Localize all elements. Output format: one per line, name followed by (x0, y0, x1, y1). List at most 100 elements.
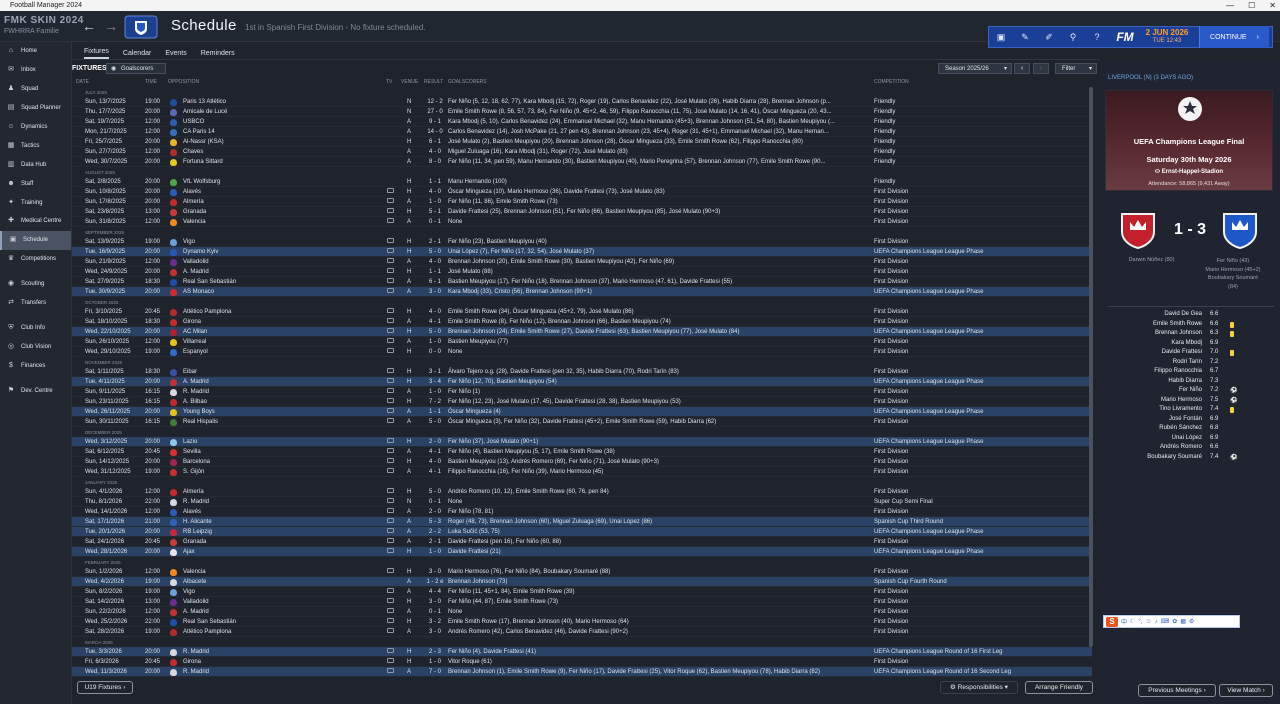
fixture-result[interactable]: 5 - 1 (422, 207, 448, 217)
opponent-name[interactable]: Lazio (183, 437, 383, 447)
opponent-name[interactable]: R. Madrid (183, 497, 383, 507)
fixture-result[interactable]: 8 - 0 (422, 157, 448, 167)
opponent-name[interactable]: Girona (183, 657, 383, 667)
own-club-crest-icon[interactable] (1220, 208, 1260, 250)
player-rating-row[interactable]: José Fontán 6.9 (1108, 416, 1274, 426)
previous-meetings-button[interactable]: Previous Meetings › (1138, 684, 1216, 697)
fixture-competition[interactable]: UEFA Champions League League Phase (874, 407, 1088, 417)
player-rating-row[interactable]: Emile Smith Rowe 6.6 (1108, 321, 1274, 331)
fixture-row[interactable]: Wed, 29/10/2025 19:00 Espanyol H 0 - 0 None Fi… (72, 347, 1092, 357)
fixture-row[interactable]: Sun, 17/8/2025 20:00 Almería A 1 - 0 Fer Niño… (72, 197, 1092, 207)
fixture-row[interactable]: Fri, 25/7/2025 20:00 Al-Nassr (KSA) H 6 - 1J… (72, 137, 1092, 147)
sidebar-item-training[interactable]: ✦ Training (0, 193, 71, 212)
sidebar-item-dynamics[interactable]: ☺ Dynamics (0, 118, 71, 137)
close-button[interactable]: ✕ (1269, 0, 1276, 11)
player-rating-row[interactable]: David De Gea 6.6 (1108, 311, 1274, 321)
opponent-name[interactable]: Fortuna Sittard (183, 157, 383, 167)
fixture-competition[interactable]: UEFA Champions League League Phase (874, 547, 1088, 557)
fixture-result[interactable]: 1 - 0 (422, 387, 448, 397)
fixture-row[interactable]: Sun, 10/8/2025 20:00 Alavés H 4 - 0 Óscar Min… (72, 187, 1092, 197)
fixture-result[interactable]: 1 - 0 (422, 657, 448, 667)
fixture-competition[interactable]: UEFA Champions League League Phase (874, 377, 1088, 387)
fixture-row[interactable]: Sat, 1/11/2025 18:30 Eibar H 3 - 1 Álvaro Tej… (72, 367, 1092, 377)
col-time[interactable]: TIME (145, 79, 157, 85)
fixture-row[interactable]: Sun, 30/11/2025 16:15 Real Hispalis A 5 - 0Ó… (72, 417, 1092, 427)
fixture-row[interactable]: Sun, 4/1/2026 12:00 Almería H 5 - 0 Andrés Ro… (72, 487, 1092, 497)
fixture-row[interactable]: Fri, 6/3/2026 20:45 Girona H 1 - 0 Vitor Roqu… (72, 657, 1092, 667)
fixture-row[interactable]: Sun, 27/7/2025 12:00 Chaves A 4 - 0 Miguel Zu… (72, 147, 1092, 157)
opponent-name[interactable]: R. Madrid (183, 387, 383, 397)
fixture-row[interactable]: Sun, 31/8/2025 12:00 Valencia A 0 - 1 None Fir… (72, 217, 1092, 227)
opponent-name[interactable]: USBCO (183, 117, 383, 127)
player-rating-row[interactable]: Tino Livramento 7.4 (1108, 406, 1274, 416)
opponent-name[interactable]: Almería (183, 487, 383, 497)
fixture-result[interactable]: 27 - 0 (422, 107, 448, 117)
fixture-result[interactable]: 4 - 0 (422, 187, 448, 197)
player-rating-row[interactable]: Davide Frattesi 7.0 (1108, 349, 1274, 359)
fixture-result[interactable]: 1 - 0 (422, 547, 448, 557)
fixture-row[interactable]: Wed, 24/9/2025 20:00 A. Madrid H 1 - 1 José M… (72, 267, 1092, 277)
fixture-row[interactable]: Sun, 13/7/2025 19:00 Paris 13 Atlético N 12 … (72, 97, 1092, 107)
responsibilities-button[interactable]: ⚙ Responsibilities ▾ (940, 681, 1018, 694)
season-dropdown[interactable]: Season 2025/26 ▾ (938, 63, 1012, 74)
fixture-result[interactable]: 1 - 0 (422, 197, 448, 207)
sidebar-item-home[interactable]: ⌂ Home (0, 42, 71, 61)
opponent-name[interactable]: A. Madrid (183, 607, 383, 617)
fixture-competition[interactable]: First Division (874, 607, 1088, 617)
sidebar-item-squad[interactable]: ♟ Squad (0, 80, 71, 99)
fixture-result[interactable]: 3 - 4 (422, 377, 448, 387)
fixture-row[interactable]: Sun, 22/2/2026 12:00 A. Madrid A 0 - 1 None Fi… (72, 607, 1092, 617)
ime-mic-icon[interactable]: ♪ (1155, 619, 1158, 625)
opponent-name[interactable]: Real San Sebastián (183, 617, 383, 627)
game-date[interactable]: 2 JUN 2026 TUE 12:43 (1141, 28, 1193, 46)
sidebar-item-dev-centre[interactable]: ⚑ Dev. Centre (0, 381, 71, 400)
fixture-result[interactable]: 4 - 0 (422, 457, 448, 467)
tab-calendar[interactable]: Calendar (123, 50, 151, 59)
fixture-competition[interactable]: First Division (874, 337, 1088, 347)
opponent-name[interactable]: Al-Nassr (KSA) (183, 137, 383, 147)
fixture-competition[interactable]: First Division (874, 347, 1088, 357)
fixture-result[interactable]: 0 - 1 (422, 217, 448, 227)
fixture-competition[interactable]: First Division (874, 537, 1088, 547)
fixture-result[interactable]: 2 - 3 (422, 647, 448, 657)
player-rating-row[interactable]: Boubakary Soumaré 7.4 ⚽ (1108, 454, 1274, 464)
tab-fixtures[interactable]: Fixtures (84, 48, 109, 59)
fixture-result[interactable]: 4 - 0 (422, 147, 448, 157)
fixture-row[interactable]: Sun, 14/12/2025 20:00 Barcelona H 4 - 0 Basti… (72, 457, 1092, 467)
fixture-competition[interactable]: First Division (874, 417, 1088, 427)
opponent-name[interactable]: Eibar (183, 367, 383, 377)
sidebar-item-squad-planner[interactable]: ▤ Squad Planner (0, 99, 71, 118)
opponent-name[interactable]: H. Alicante (183, 517, 383, 527)
fixture-row[interactable]: Sun, 23/11/2025 16:15 A. Bilbao H 7 - 2 Fer N… (72, 397, 1092, 407)
ime-lang-icon[interactable]: 中 (1121, 617, 1127, 626)
fixture-competition[interactable]: First Division (874, 507, 1088, 517)
fixture-competition[interactable]: UEFA Champions League Round of 16 Second… (874, 667, 1088, 677)
fixture-result[interactable]: 2 - 2 (422, 527, 448, 537)
fixture-competition[interactable]: First Division (874, 567, 1088, 577)
fixture-row[interactable]: Sun, 8/2/2026 19:00 Vigo A 4 - 4 Fer Niño (11… (72, 587, 1092, 597)
ime-emoji-icon[interactable]: ☺ (1145, 619, 1151, 625)
fixture-result[interactable]: 9 - 1 (422, 117, 448, 127)
fixture-result[interactable]: 4 - 1 (422, 467, 448, 477)
fixture-competition[interactable]: First Division (874, 187, 1088, 197)
fixture-row[interactable]: Sun, 9/11/2025 16:15 R. Madrid A 1 - 0 Fer Ni… (72, 387, 1092, 397)
fixture-result[interactable]: 0 - 1 (422, 607, 448, 617)
opponent-name[interactable]: Valencia (183, 217, 383, 227)
opponent-name[interactable]: Real Hispalis (183, 417, 383, 427)
ime-punct-icon[interactable]: °, (1138, 619, 1142, 625)
fixture-row[interactable]: Tue, 20/1/2026 20:00 RB Leipzig A 2 - 2 Luka … (72, 527, 1092, 537)
fixture-row[interactable]: Sat, 13/9/2025 19:00 Vigo H 2 - 1 Fer Niño (2… (72, 237, 1092, 247)
fixture-competition[interactable]: UEFA Champions League Round of 16 First … (874, 647, 1088, 657)
fixture-competition[interactable]: First Division (874, 197, 1088, 207)
fixture-competition[interactable]: Friendly (874, 107, 1088, 117)
fixture-competition[interactable]: First Division (874, 367, 1088, 377)
opponent-name[interactable]: Valladolid (183, 597, 383, 607)
fixture-competition[interactable]: First Division (874, 267, 1088, 277)
opponent-name[interactable]: Espanyol (183, 347, 383, 357)
sidebar-item-club-info[interactable]: ⛨ Club Info (0, 318, 71, 337)
col-goalscorers[interactable]: GOALSCORERS (448, 79, 487, 85)
fixture-row[interactable]: Sat, 19/7/2025 12:00 USBCO A 9 - 1 Kara Mbodj… (72, 117, 1092, 127)
fixture-result[interactable]: 5 - 3 (422, 517, 448, 527)
ime-keyboard-icon[interactable]: ⌨ (1161, 618, 1170, 625)
fixture-row[interactable]: Wed, 22/10/2025 20:00 AC Milan H 5 - 0 Brenna… (72, 327, 1092, 337)
